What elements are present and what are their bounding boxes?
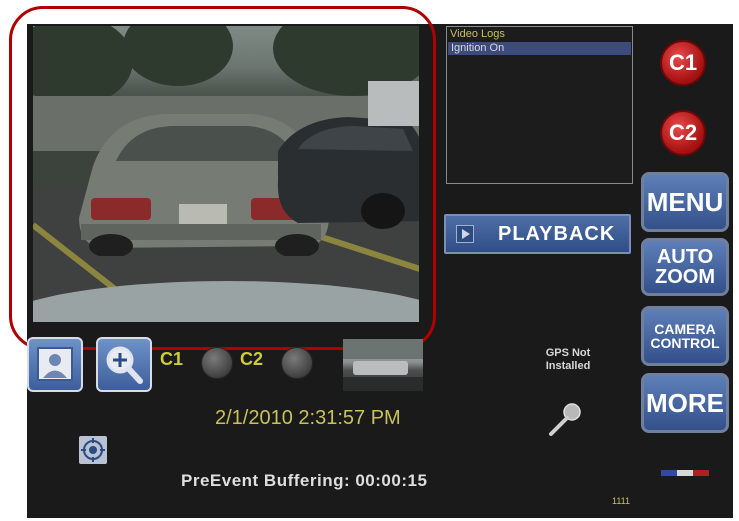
camera-1-status-label: C1 — [160, 349, 184, 369]
camera-control-label-line2: CONTROL — [650, 335, 720, 351]
flag-bar-icon — [661, 470, 709, 476]
video-logs-title: Video Logs — [450, 28, 505, 40]
magnifier-plus-icon — [106, 346, 143, 384]
gps-status-line2: Installed — [545, 360, 591, 372]
menu-button[interactable]: MENU — [641, 172, 729, 232]
menu-label: MENU — [646, 187, 724, 217]
log-item-ignition-on[interactable]: Ignition On — [448, 42, 631, 55]
zoom-button[interactable] — [96, 337, 152, 392]
snapshot-button[interactable] — [27, 337, 83, 392]
auto-zoom-label-line2: ZOOM — [655, 266, 715, 288]
auto-zoom-button[interactable]: AUTO ZOOM — [641, 238, 729, 296]
preevent-buffering-status: PreEvent Buffering: 00:00:15 — [181, 471, 428, 490]
camera-control-button[interactable]: CAMERA CONTROL — [641, 306, 729, 366]
camera-1-status-led — [201, 347, 233, 379]
gps-status: GPS Not Installed — [528, 347, 608, 373]
gps-status-line1: GPS Not — [545, 347, 591, 359]
camera-2-record-button[interactable]: C2 — [660, 110, 706, 156]
play-icon — [456, 225, 474, 243]
camera-2-thumbnail[interactable] — [343, 339, 423, 391]
camera-2-status-label: C2 — [240, 349, 264, 369]
video-logs-panel[interactable]: Video Logs Ignition On — [446, 26, 633, 184]
playback-label: PLAYBACK — [498, 223, 616, 245]
target-button[interactable] — [79, 436, 107, 464]
auto-zoom-label-line1: AUTO — [656, 246, 714, 268]
datetime-display: 2/1/2010 2:31:57 PM — [215, 407, 401, 429]
more-label: MORE — [646, 388, 724, 418]
playback-button[interactable]: PLAYBACK — [444, 214, 631, 254]
crosshair-target-icon — [81, 438, 105, 462]
counter-value: 1111 — [612, 496, 631, 506]
camera-control-label-line1: CAMERA — [654, 321, 716, 337]
more-button[interactable]: MORE — [641, 373, 729, 433]
person-photo-icon — [37, 347, 73, 381]
highlight-frame — [9, 6, 436, 350]
camera-2-status-led — [281, 347, 313, 379]
camera-1-record-button[interactable]: C1 — [660, 40, 706, 86]
microphone-icon[interactable] — [545, 400, 585, 440]
